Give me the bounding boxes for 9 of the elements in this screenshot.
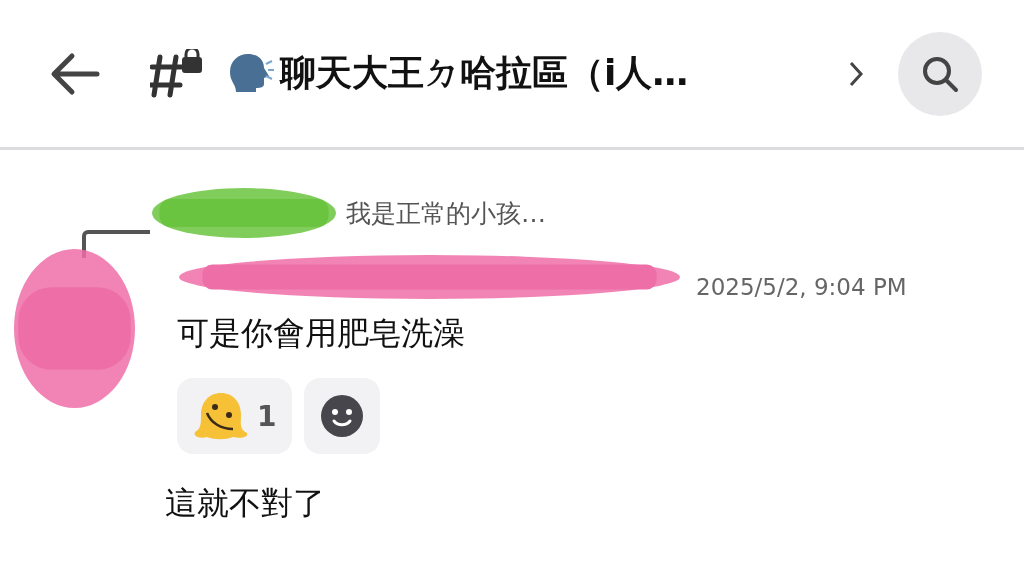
message-text: 可是你會用肥皂洗澡: [177, 313, 466, 354]
reaction-button[interactable]: 1: [177, 378, 293, 454]
chevron-right-icon[interactable]: [848, 59, 864, 88]
add-reaction-button[interactable]: [304, 378, 381, 454]
channel-title: 聊天大王ㄉ哈拉區（i人…: [280, 51, 690, 95]
message-text: 這就不對了: [164, 483, 326, 524]
reply-preview[interactable]: 我是正常的小孩…: [346, 196, 546, 230]
message-timestamp: 2025/5/2, 9:04 PM: [696, 274, 907, 300]
smiley-icon: [320, 394, 365, 438]
